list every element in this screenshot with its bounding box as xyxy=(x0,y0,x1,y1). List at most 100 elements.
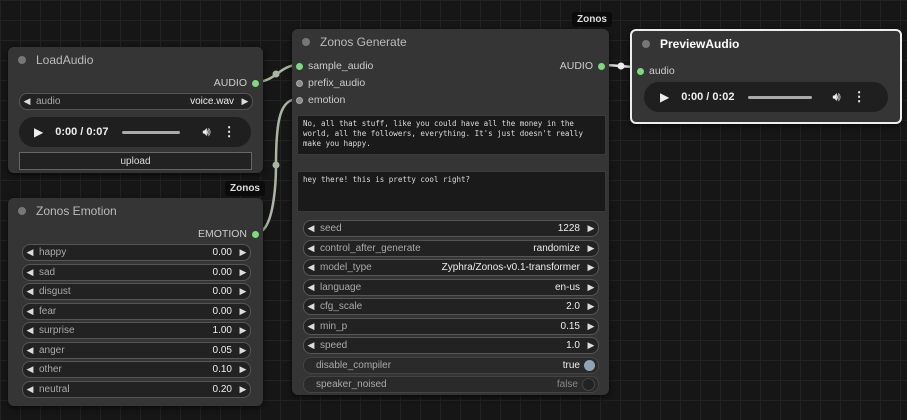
audio-output-slot[interactable]: AUDIO xyxy=(214,77,259,89)
preview-audio-title-bar[interactable]: PreviewAudio xyxy=(632,31,900,57)
input-slot-prefix-audio[interactable]: prefix_audio xyxy=(296,77,365,89)
audio-player[interactable]: ▶ 0:00 / 0:02 🔊︎ ⋮ xyxy=(644,82,888,112)
input-dot-icon[interactable] xyxy=(296,96,303,104)
toggle-speaker-noised[interactable]: speaker_noised false xyxy=(303,376,599,393)
text-input[interactable]: No, all that stuff, like you could have … xyxy=(297,115,606,155)
arrow-left-icon[interactable]: ◀ xyxy=(23,364,37,375)
collapse-dot-icon[interactable] xyxy=(302,38,310,46)
widget-label: min_p xyxy=(320,320,348,332)
arrow-right-icon[interactable]: ▶ xyxy=(584,321,598,332)
seek-bar[interactable] xyxy=(748,95,813,99)
more-options-icon[interactable]: ⋮ xyxy=(853,89,866,105)
volume-icon[interactable]: 🔊︎ xyxy=(202,124,210,140)
toggle-knob-icon[interactable] xyxy=(584,360,595,371)
arrow-right-icon[interactable]: ▶ xyxy=(238,96,252,107)
preview-audio-node[interactable]: PreviewAudio audio ▶ 0:00 / 0:02 🔊︎ ⋮ xyxy=(630,29,902,124)
widget-label: happy xyxy=(39,247,67,258)
more-options-icon[interactable]: ⋮ xyxy=(223,124,236,140)
text-input-2[interactable]: hey there! this is pretty cool right? xyxy=(297,171,606,212)
arrow-left-icon[interactable]: ◀ xyxy=(304,282,318,293)
audio-combo[interactable]: ◀ audio voice.wav ▶ xyxy=(19,93,253,110)
arrow-right-icon[interactable]: ▶ xyxy=(584,340,598,351)
input-dot-icon[interactable] xyxy=(296,79,303,87)
arrow-right-icon[interactable]: ▶ xyxy=(236,364,250,375)
number-widget[interactable]: ◀ cfg_scale 2.0 ▶ xyxy=(303,298,599,315)
toggle-knob-icon[interactable] xyxy=(582,378,595,391)
toggle-value: true xyxy=(562,360,580,371)
output-dot-icon[interactable] xyxy=(252,230,259,238)
audio-output-slot[interactable]: AUDIO xyxy=(560,60,605,72)
widget-label: other xyxy=(39,364,62,375)
number-widget[interactable]: ◀ seed 1228 ▶ xyxy=(303,220,599,237)
arrow-left-icon[interactable]: ◀ xyxy=(23,306,37,317)
collapse-dot-icon[interactable] xyxy=(18,56,26,64)
input-slot-audio[interactable]: audio xyxy=(637,65,675,77)
number-widget[interactable]: ◀ neutral 0.20 ▶ xyxy=(22,380,251,398)
arrow-left-icon[interactable]: ◀ xyxy=(23,247,37,258)
audio-player[interactable]: ▶ 0:00 / 0:07 🔊︎ ⋮ xyxy=(19,117,251,147)
arrow-left-icon[interactable]: ◀ xyxy=(304,243,318,254)
collapse-dot-icon[interactable] xyxy=(18,207,26,215)
arrow-left-icon[interactable]: ◀ xyxy=(304,262,318,273)
widget-label: anger xyxy=(39,344,65,356)
number-widget[interactable]: ◀ speed 1.0 ▶ xyxy=(303,337,599,354)
zonos-emotion-title-bar[interactable]: Zonos Emotion xyxy=(8,198,263,224)
arrow-right-icon[interactable]: ▶ xyxy=(236,384,250,395)
arrow-right-icon[interactable]: ▶ xyxy=(236,267,250,278)
collapse-dot-icon[interactable] xyxy=(642,40,650,48)
seek-bar[interactable] xyxy=(122,130,181,134)
arrow-right-icon[interactable]: ▶ xyxy=(584,243,598,254)
arrow-left-icon[interactable]: ◀ xyxy=(23,286,37,297)
emotion-output-slot[interactable]: EMOTION xyxy=(198,228,259,240)
number-widget[interactable]: ◀ other 0.10 ▶ xyxy=(22,361,251,378)
play-icon[interactable]: ▶ xyxy=(34,125,43,139)
arrow-right-icon[interactable]: ▶ xyxy=(584,301,598,312)
number-widget[interactable]: ◀ control_after_generate randomize ▶ xyxy=(303,239,599,257)
arrow-right-icon[interactable]: ▶ xyxy=(236,345,250,356)
arrow-right-icon[interactable]: ▶ xyxy=(236,306,250,317)
zonos-generate-title-bar[interactable]: Zonos Generate xyxy=(292,29,609,55)
widget-value: 0.15 xyxy=(560,320,580,332)
arrow-left-icon[interactable]: ◀ xyxy=(23,384,37,395)
output-label: AUDIO xyxy=(213,77,247,89)
toggle-disable-compiler[interactable]: disable_compiler true xyxy=(303,357,599,374)
number-widget[interactable]: ◀ fear 0.00 ▶ xyxy=(22,302,251,320)
input-slot-sample-audio[interactable]: sample_audio xyxy=(296,60,373,72)
arrow-right-icon[interactable]: ▶ xyxy=(236,325,250,336)
input-dot-icon[interactable] xyxy=(296,62,303,70)
arrow-left-icon[interactable]: ◀ xyxy=(23,267,37,278)
volume-icon[interactable]: 🔊︎ xyxy=(832,89,840,105)
upload-button[interactable]: upload xyxy=(19,152,252,170)
number-widget[interactable]: ◀ min_p 0.15 ▶ xyxy=(303,317,599,335)
arrow-right-icon[interactable]: ▶ xyxy=(236,247,250,258)
arrow-right-icon[interactable]: ▶ xyxy=(584,282,598,293)
number-widget[interactable]: ◀ sad 0.00 ▶ xyxy=(22,263,251,281)
arrow-left-icon[interactable]: ◀ xyxy=(304,223,318,234)
output-dot-icon[interactable] xyxy=(598,62,605,70)
load-audio-title-bar[interactable]: LoadAudio xyxy=(8,47,263,73)
output-dot-icon[interactable] xyxy=(252,79,259,87)
number-widget[interactable]: ◀ anger 0.05 ▶ xyxy=(22,341,251,359)
number-widget[interactable]: ◀ happy 0.00 ▶ xyxy=(22,244,251,261)
arrow-left-icon[interactable]: ◀ xyxy=(304,301,318,312)
number-widget[interactable]: ◀ language en-us ▶ xyxy=(303,278,599,296)
input-slot-emotion[interactable]: emotion xyxy=(296,94,345,106)
number-widget[interactable]: ◀ model_type Zyphra/Zonos-v0.1-transformer… xyxy=(303,259,599,276)
arrow-left-icon[interactable]: ◀ xyxy=(20,96,34,107)
arrow-right-icon[interactable]: ▶ xyxy=(236,286,250,297)
arrow-left-icon[interactable]: ◀ xyxy=(304,321,318,332)
load-audio-node[interactable]: LoadAudio AUDIO ◀ audio voice.wav ▶ ▶ 0:… xyxy=(8,47,263,173)
zonos-emotion-node[interactable]: Zonos Emotion EMOTION ◀ happy 0.00 ▶ ◀ sad 0.0… xyxy=(8,198,263,406)
zonos-generate-node[interactable]: Zonos Generate sample_audio prefix_audio… xyxy=(292,29,609,395)
number-widget[interactable]: ◀ disgust 0.00 ▶ xyxy=(22,283,251,300)
arrow-right-icon[interactable]: ▶ xyxy=(584,262,598,273)
arrow-left-icon[interactable]: ◀ xyxy=(304,340,318,351)
input-dot-icon[interactable] xyxy=(637,67,644,75)
play-icon[interactable]: ▶ xyxy=(660,90,669,104)
node-title: LoadAudio xyxy=(36,53,94,67)
widget-value: 1.00 xyxy=(212,325,232,336)
number-widget[interactable]: ◀ surprise 1.00 ▶ xyxy=(22,322,251,339)
arrow-left-icon[interactable]: ◀ xyxy=(23,345,37,356)
arrow-right-icon[interactable]: ▶ xyxy=(584,223,598,234)
arrow-left-icon[interactable]: ◀ xyxy=(23,325,37,336)
